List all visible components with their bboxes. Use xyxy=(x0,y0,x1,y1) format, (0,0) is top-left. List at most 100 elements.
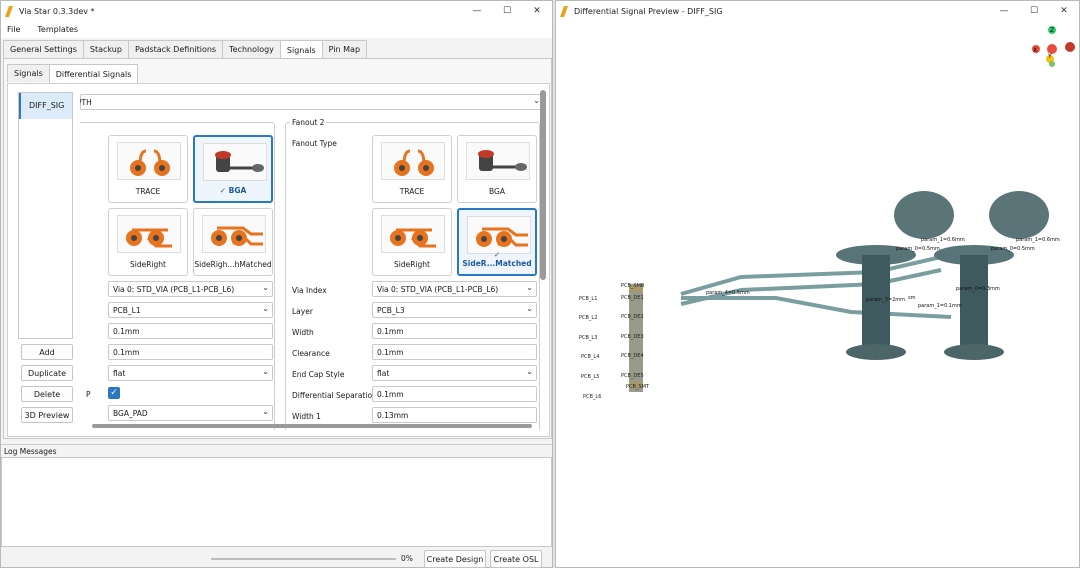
fanout2-card-trace[interactable]: TRACE xyxy=(372,135,452,203)
axis-x-label: X xyxy=(1033,47,1037,54)
layer-label: Layer xyxy=(292,307,313,316)
fanout2-endcap-select[interactable]: flat ⌄ xyxy=(372,365,537,381)
close-icon[interactable]: ✕ xyxy=(1049,1,1079,21)
fanout-card-sideright-matched[interactable]: SideRigh...hMatched xyxy=(193,208,273,276)
diff-signals-panel: DIFF_SIG Add Duplicate Delete 3D Preview… xyxy=(7,83,550,437)
minimize-icon[interactable]: — xyxy=(989,1,1019,21)
svg-text:sm: sm xyxy=(908,295,916,301)
via-star-window: Via Star 0.3.3dev * — ☐ ✕ File Templates… xyxy=(0,0,553,568)
svg-text:PCB_SMB: PCB_SMB xyxy=(621,283,645,289)
fanout-card-trace[interactable]: TRACE xyxy=(108,135,188,203)
tab-general-settings[interactable]: General Settings xyxy=(3,40,84,58)
card-caption: ✓ BGA xyxy=(219,186,247,195)
subtab-signals[interactable]: Signals xyxy=(7,64,50,82)
tab-stackup[interactable]: Stackup xyxy=(82,40,129,58)
preview-title-bar: Differential Signal Preview - DIFF_SIG —… xyxy=(556,1,1079,21)
svg-text:PCB_DE2: PCB_DE2 xyxy=(621,314,644,320)
via-value: Via 0: STD_VIA (PCB_L1-PCB_L6) xyxy=(377,284,499,294)
subtab-differential-signals[interactable]: Differential Signals xyxy=(48,64,139,83)
fanout-type-label: Fanout Type xyxy=(292,139,337,148)
preview-title: Differential Signal Preview - DIFF_SIG xyxy=(574,6,723,16)
layer-value: PCB_L1 xyxy=(113,305,141,315)
card-caption: SideRight xyxy=(394,260,430,269)
fanout2-width-input[interactable]: 0.1mm xyxy=(372,323,537,339)
fanout2-card-sideright[interactable]: SideRight xyxy=(372,208,452,276)
menu-file[interactable]: File xyxy=(7,25,20,34)
duplicate-button[interactable]: Duplicate xyxy=(21,365,73,381)
bga-icon xyxy=(203,143,267,181)
delete-button[interactable]: Delete xyxy=(21,386,73,402)
3d-view[interactable]: Z X Y PCB_SMB PCB_L1 PCB_DE1 PCB_L2 PCB_… xyxy=(556,22,1079,568)
card-caption: TRACE xyxy=(399,187,425,196)
svg-text:param_0=0.3mm: param_0=0.3mm xyxy=(956,286,1000,292)
clearance-input[interactable]: 0.1mm xyxy=(108,344,273,360)
menu-templates[interactable]: Templates xyxy=(37,25,78,34)
fanout2-card-sideright-matched[interactable]: ✓ SideR...Matched xyxy=(457,208,537,276)
layer-value: PCB_L3 xyxy=(377,305,405,315)
checkbox[interactable]: ✓ xyxy=(108,387,120,399)
sideright-matched-icon xyxy=(467,216,531,254)
fanout2-layer-select[interactable]: PCB_L3 ⌄ xyxy=(372,302,537,318)
fanout2-via-select[interactable]: Via 0: STD_VIA (PCB_L1-PCB_L6) ⌄ xyxy=(372,281,537,297)
endcap-value: flat xyxy=(113,368,126,378)
svg-text:param_1=0.6mm: param_1=0.6mm xyxy=(1016,237,1060,243)
fanout-card-bga[interactable]: ✓ BGA xyxy=(193,135,273,203)
svg-text:PCB_L5: PCB_L5 xyxy=(581,374,599,380)
sideright-matched-icon xyxy=(202,215,266,253)
tab-pin-map[interactable]: Pin Map xyxy=(321,40,368,58)
card-caption: SideRight xyxy=(130,260,166,269)
signal-list: DIFF_SIG xyxy=(18,92,73,339)
end-cap-style-label: End Cap Style xyxy=(292,370,345,379)
tab-padstack-definitions[interactable]: Padstack Definitions xyxy=(127,40,224,58)
via-index-select[interactable]: Via 0: STD_VIA (PCB_L1-PCB_L6) ⌄ xyxy=(108,281,273,297)
progress-text: 0% xyxy=(401,554,413,563)
settings-scroll-area: PTH⌄ TRACE ✓ BGA SideRight SideRigh...hM… xyxy=(80,84,546,430)
diff-separation-label: Differential Separation xyxy=(292,391,377,400)
create-design-button[interactable]: Create Design xyxy=(424,550,486,568)
axis-gizmo[interactable]: Z X Y xyxy=(1032,26,1075,67)
fanout-card-sideright[interactable]: SideRight xyxy=(108,208,188,276)
clearance-label: Clearance xyxy=(292,349,330,358)
fanout2-clearance-input[interactable]: 0.1mm xyxy=(372,344,537,360)
width1-input[interactable]: 0.13mm xyxy=(372,407,537,423)
title-bar: Via Star 0.3.3dev * — ☐ ✕ xyxy=(1,1,552,21)
diff-separation-input[interactable]: 0.1mm xyxy=(372,386,537,402)
add-button[interactable]: Add xyxy=(21,344,73,360)
width1-label: Width 1 xyxy=(292,412,321,421)
svg-text:PCB_DE3: PCB_DE3 xyxy=(621,334,644,340)
minimize-icon[interactable]: — xyxy=(462,1,492,21)
trace-icon xyxy=(117,142,181,180)
log-messages xyxy=(1,457,552,547)
via-index-label: Via Index xyxy=(292,286,327,295)
type-select[interactable]: PTH⌄ xyxy=(80,94,544,110)
menu-bar: File Templates xyxy=(1,21,552,38)
svg-text:param_1=0.1mm: param_1=0.1mm xyxy=(918,303,962,309)
maximize-icon[interactable]: ☐ xyxy=(1019,1,1049,21)
tab-technology[interactable]: Technology xyxy=(222,40,281,58)
width-input[interactable]: 0.1mm xyxy=(108,323,273,339)
layer-select[interactable]: PCB_L1 ⌄ xyxy=(108,302,273,318)
main-tabs: General Settings Stackup Padstack Defini… xyxy=(3,40,368,59)
tab-signals[interactable]: Signals xyxy=(279,40,323,59)
svg-text:param_0=0.5mm: param_0=0.5mm xyxy=(991,246,1035,252)
svg-text:PCB_L1: PCB_L1 xyxy=(579,296,597,302)
close-icon[interactable]: ✕ xyxy=(522,1,552,21)
svg-text:param_0=0.5mm: param_0=0.5mm xyxy=(896,246,940,252)
log-title: Log Messages xyxy=(1,444,552,457)
width-label: Width xyxy=(292,328,314,337)
horizontal-scrollbar[interactable] xyxy=(92,424,532,428)
list-item[interactable]: DIFF_SIG xyxy=(19,93,72,119)
card-caption: BGA xyxy=(489,187,505,196)
pad-value: BGA_PAD xyxy=(113,408,148,418)
endcap-select[interactable]: flat ⌄ xyxy=(108,365,273,381)
pad-select[interactable]: BGA_PAD ⌄ xyxy=(108,405,273,421)
svg-text:PCB_DE1: PCB_DE1 xyxy=(621,295,644,301)
sideright-icon xyxy=(117,215,181,253)
vertical-scrollbar[interactable] xyxy=(540,90,546,280)
axis-y-label: Y xyxy=(1047,53,1052,60)
3d-preview-button[interactable]: 3D Preview xyxy=(21,407,73,423)
create-osl-button[interactable]: Create OSL xyxy=(490,550,542,568)
maximize-icon[interactable]: ☐ xyxy=(492,1,522,21)
svg-text:PCB_DE4: PCB_DE4 xyxy=(621,353,644,359)
fanout2-card-bga[interactable]: BGA xyxy=(457,135,537,203)
